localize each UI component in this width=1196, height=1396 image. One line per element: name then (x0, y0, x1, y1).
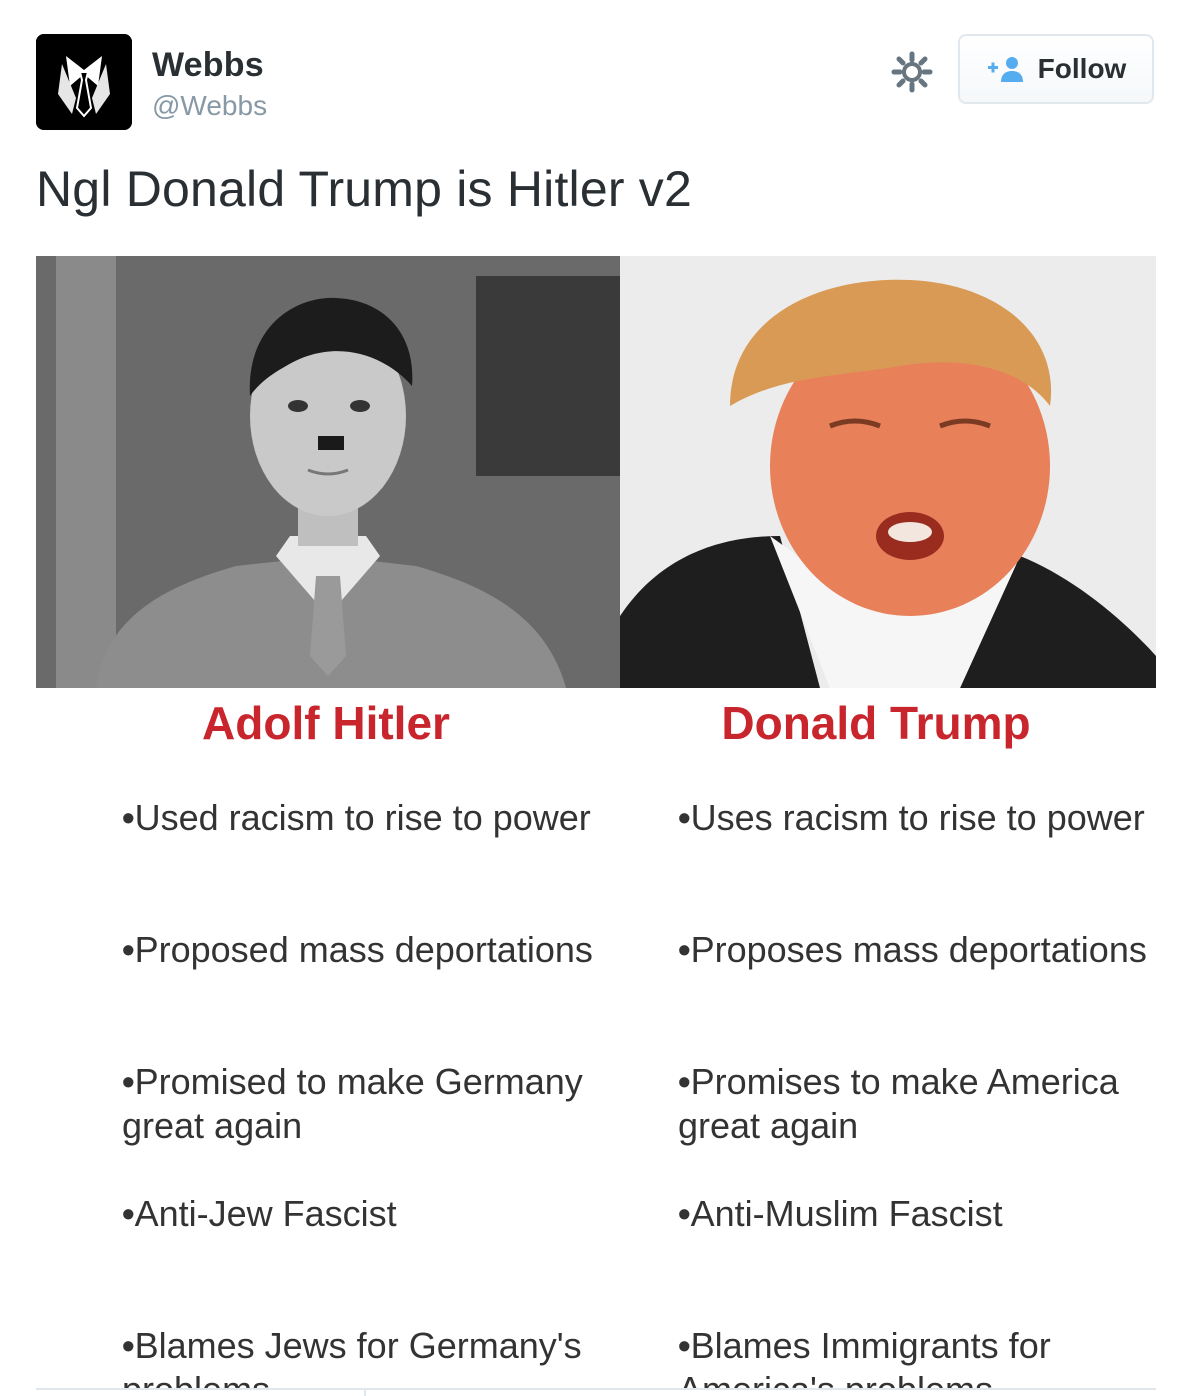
hitler-portrait-photo (36, 256, 620, 688)
suit-tie-avatar-icon (36, 34, 132, 130)
left-column-heading: Adolf Hitler (202, 697, 450, 749)
comparison-point: •Blames Immigrants for America's problem… (678, 1325, 1051, 1390)
bullet: • (678, 1325, 691, 1366)
bullet: • (678, 929, 691, 970)
bullet: • (122, 797, 135, 838)
comparison-point: •Anti-Muslim Fascist (678, 1193, 1003, 1234)
bullet: • (122, 929, 135, 970)
right-comparison-list: •Uses racism to rise to power •Proposes … (678, 796, 1156, 1390)
right-column-heading: Donald Trump (721, 697, 1031, 749)
bullet: • (678, 1193, 691, 1234)
comparison-point: •Promises to make America great again (678, 1061, 1119, 1146)
follow-label: Follow (1037, 53, 1127, 84)
trump-portrait-photo (620, 256, 1156, 688)
bullet: • (122, 1061, 135, 1102)
tweet-card: Webbs @Webbs Follow Ngl Donald Trump is … (0, 0, 1196, 1396)
comparison-point: •Used racism to rise to power (122, 797, 591, 838)
author-handle[interactable]: @Webbs (152, 90, 267, 122)
tweet-text: Ngl Donald Trump is Hitler v2 (36, 161, 693, 217)
add-user-icon (987, 57, 1023, 82)
divider (36, 1388, 1156, 1390)
tweet-media-image[interactable]: Adolf Hitler Donald Trump •Used racism t… (36, 256, 1156, 1390)
bullet: • (678, 1061, 691, 1102)
comparison-point: •Proposes mass deportations (678, 929, 1147, 970)
bullet: • (678, 797, 691, 838)
gear-icon[interactable] (890, 50, 934, 94)
follow-button[interactable]: Follow (958, 34, 1154, 104)
comparison-point: •Promised to make Germany great again (122, 1061, 583, 1146)
divider-tick (364, 1388, 366, 1396)
comparison-point: •Uses racism to rise to power (678, 797, 1145, 838)
left-comparison-list: •Used racism to rise to power •Proposed … (122, 796, 602, 1390)
comparison-point: •Anti-Jew Fascist (122, 1193, 397, 1234)
author-avatar[interactable] (36, 34, 132, 130)
bullet: • (122, 1193, 135, 1234)
comparison-point: •Proposed mass deportations (122, 929, 593, 970)
author-display-name[interactable]: Webbs (152, 46, 264, 85)
comparison-point: •Blames Jews for Germany's problems (122, 1325, 582, 1390)
bullet: • (122, 1325, 135, 1366)
